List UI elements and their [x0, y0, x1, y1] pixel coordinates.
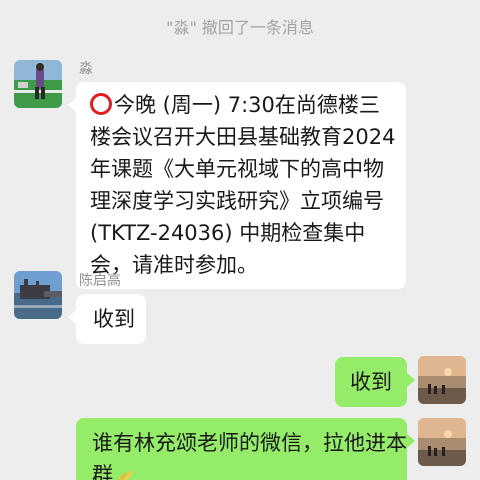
message-text: 今晚 (周一) 7:30在尚德楼三 — [114, 93, 380, 117]
message-bubble-outgoing[interactable]: 谁有林充颂老师的微信，拉他进本 群 — [76, 418, 415, 480]
message-line: 今晚 (周一) 7:30在尚德楼三 — [90, 89, 396, 121]
message-line: 楼会议召开大田县基础教育2024 — [90, 125, 396, 149]
avatar-self[interactable] — [418, 418, 466, 466]
message-line: 年课题《大单元视域下的高中物 — [90, 157, 384, 181]
message-line: 谁有林充颂老师的微信，拉他进本 — [92, 431, 407, 455]
recall-notice: "淼" 撤回了一条消息 — [166, 18, 314, 37]
avatar-photo-sports-field — [14, 60, 62, 108]
message-line: 理深度学习实践研究》立项编号 — [90, 189, 384, 213]
avatar-sender-chen[interactable] — [14, 271, 62, 319]
avatar-sender-miao[interactable] — [14, 60, 62, 108]
message-bubble-outgoing[interactable]: 收到 — [335, 357, 415, 407]
chat-screen: "淼" 撤回了一条消息 淼 今晚 (周一) 7:30在尚德楼三 楼会议召开大田县… — [0, 0, 480, 480]
avatar-photo-sunset-beach — [418, 356, 466, 404]
avatar-photo-waterfront — [14, 271, 62, 319]
message-line: (TKTZ-24036) 中期检查集中 — [90, 221, 366, 245]
message-text: 收到 — [93, 307, 135, 331]
message-text: 群 — [92, 463, 113, 480]
avatar-self[interactable] — [418, 356, 466, 404]
red-circle-icon — [90, 93, 112, 115]
message-bubble-announcement[interactable]: 今晚 (周一) 7:30在尚德楼三 楼会议召开大田县基础教育2024 年课题《大… — [68, 82, 406, 289]
sender-name: 淼 — [79, 61, 93, 77]
message-bubble[interactable]: 收到 — [68, 294, 146, 344]
avatar-photo-sunset-beach — [418, 418, 466, 466]
message-line: 会，请准时参加。 — [90, 253, 258, 277]
message-text: 收到 — [350, 370, 392, 394]
sender-name: 陈启高 — [79, 273, 121, 289]
message-line: 群 — [92, 459, 395, 480]
folded-hands-icon — [113, 463, 137, 480]
